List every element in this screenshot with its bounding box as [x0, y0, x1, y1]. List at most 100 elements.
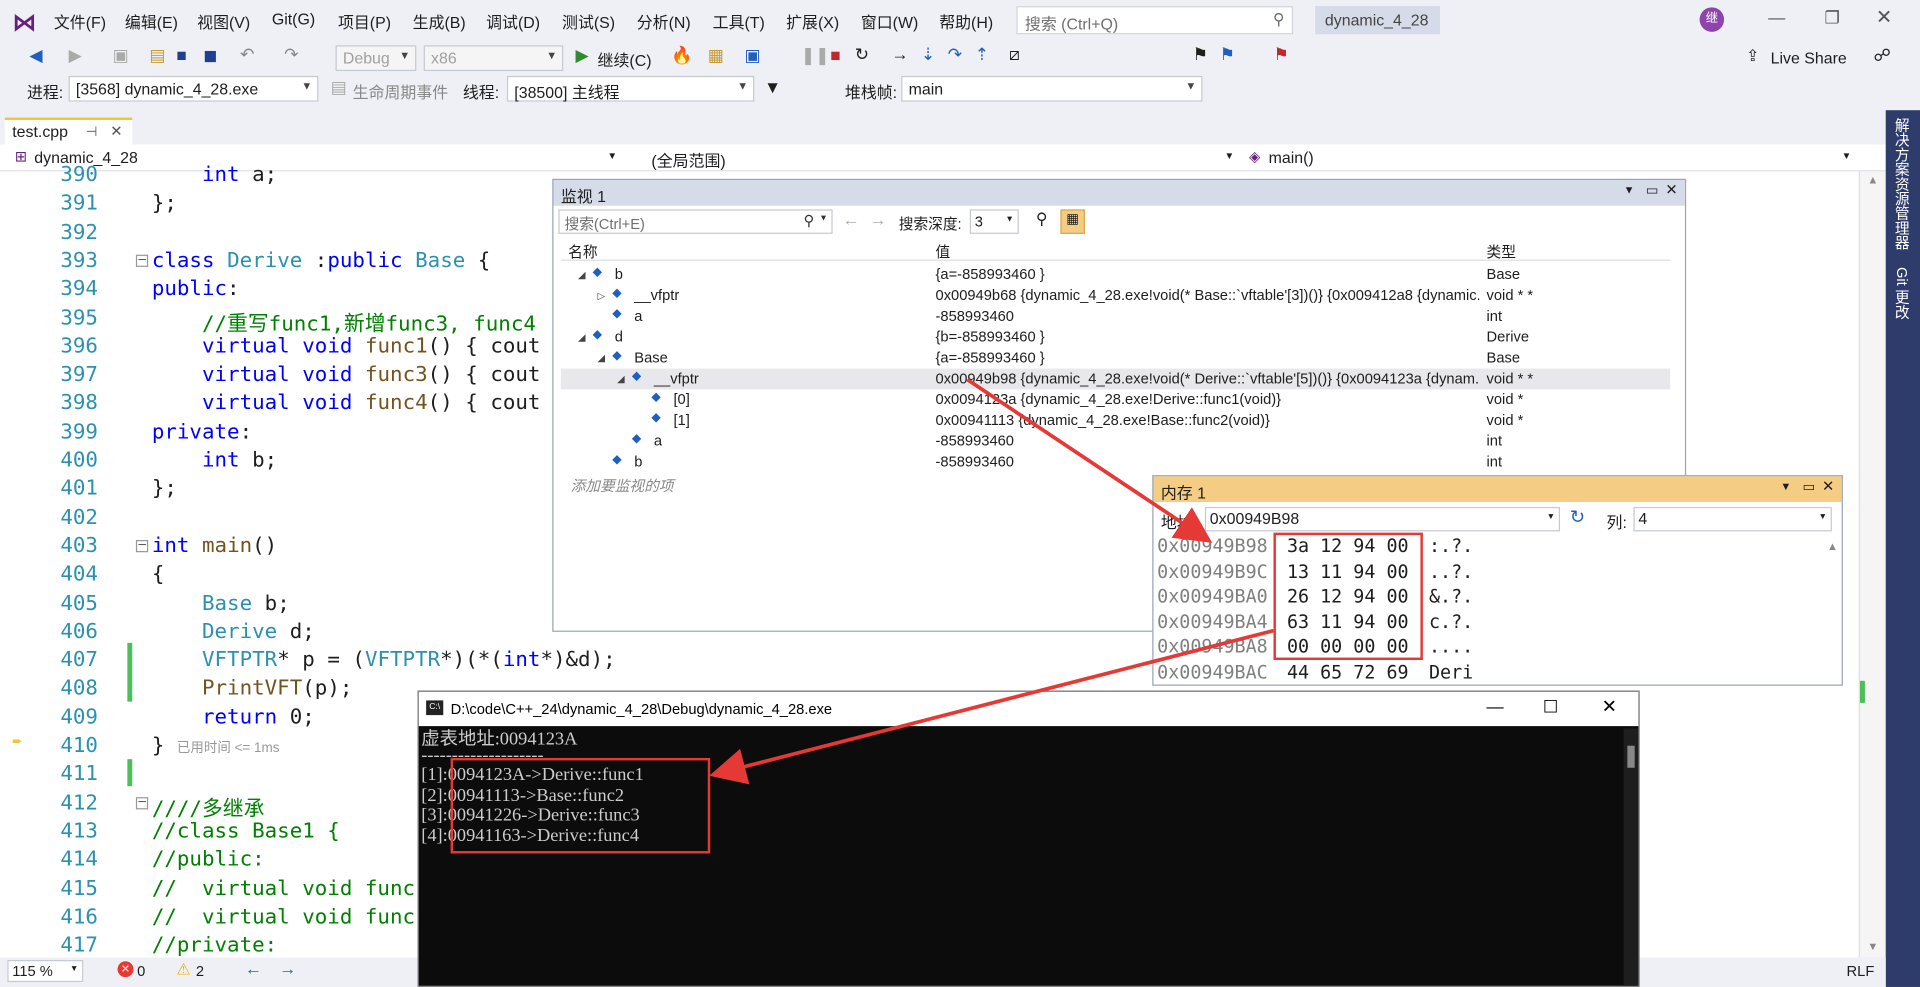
- expand-toggle-icon[interactable]: ▷: [598, 290, 606, 301]
- save-all-icon[interactable]: ◼: [203, 45, 217, 66]
- scroll-thumb[interactable]: [1627, 745, 1635, 768]
- menu-item[interactable]: Git(G): [272, 10, 315, 28]
- menu-item[interactable]: 编辑(E): [125, 10, 178, 33]
- search-input[interactable]: 搜索 (Ctrl+Q) ⚲: [1016, 6, 1294, 35]
- memory-row[interactable]: 0x00949BAC 44 65 72 69 Deri: [1157, 661, 1473, 687]
- watch-value[interactable]: {b=-858993460 }: [936, 328, 1480, 345]
- chevron-down-icon[interactable]: ▼: [607, 151, 617, 162]
- pin-icon[interactable]: ⊣: [86, 124, 98, 140]
- expand-toggle-icon[interactable]: ◢: [598, 353, 606, 364]
- memory-row[interactable]: 0x00949B9C 13 11 94 00..?.: [1157, 560, 1473, 586]
- open-icon[interactable]: ▤: [149, 45, 165, 66]
- zoom-select[interactable]: 115 % ▼: [7, 960, 84, 983]
- watch-value[interactable]: -858993460: [936, 453, 1480, 470]
- menu-item[interactable]: 扩展(X): [786, 10, 839, 33]
- search-back-icon[interactable]: ←: [842, 209, 859, 229]
- back-icon[interactable]: ◀: [29, 45, 42, 66]
- maximize-icon[interactable]: ☐: [1543, 697, 1558, 718]
- minimize-icon[interactable]: —: [1768, 7, 1785, 27]
- watch-value[interactable]: -858993460: [936, 307, 1480, 324]
- dropdown-icon[interactable]: ▼: [1780, 480, 1791, 492]
- memory-row[interactable]: 0x00949BA4 63 11 94 00 c.?.: [1157, 611, 1473, 637]
- watch-value[interactable]: {a=-858993460 }: [936, 266, 1480, 283]
- watch-row[interactable]: ◆ a -858993460 int: [561, 431, 1670, 452]
- editor-scrollbar[interactable]: ▲ ▼: [1858, 171, 1886, 958]
- maximize-icon[interactable]: ▭: [1802, 479, 1815, 495]
- dropdown-icon[interactable]: ▼: [1624, 184, 1635, 196]
- show-next-statement-icon[interactable]: →: [891, 44, 908, 64]
- menu-item[interactable]: 文件(F): [54, 10, 106, 33]
- add-watch-hint[interactable]: 添加要监视的项: [571, 475, 674, 496]
- address-input[interactable]: 0x00949B98 ▼: [1204, 506, 1561, 532]
- search-forward-icon[interactable]: →: [869, 209, 886, 229]
- watch-value[interactable]: 0x00941113 {dynamic_4_28.exe!Base::func2…: [936, 411, 1480, 428]
- menu-item[interactable]: 帮助(H): [939, 10, 993, 33]
- undo-icon[interactable]: ↶: [240, 44, 254, 65]
- watch-value[interactable]: {a=-858993460 }: [936, 349, 1480, 366]
- close-icon[interactable]: ✕: [1876, 5, 1892, 29]
- expand-toggle-icon[interactable]: ◢: [578, 332, 586, 343]
- forward-icon[interactable]: ▶: [69, 45, 82, 66]
- error-icon[interactable]: ✕: [117, 961, 134, 978]
- pin-icon[interactable]: ⚲: [1036, 209, 1048, 229]
- close-icon[interactable]: ✕: [1822, 478, 1834, 495]
- menu-item[interactable]: 分析(N): [637, 10, 691, 33]
- new-project-icon[interactable]: ▣: [113, 45, 129, 66]
- watch-value[interactable]: 0x0094123a {dynamic_4_28.exe!Derive::fun…: [936, 391, 1480, 408]
- filter-icon[interactable]: ▼: [764, 77, 781, 97]
- continue-icon[interactable]: ▶: [576, 45, 589, 66]
- next-bookmark-icon[interactable]: ⚑: [1220, 44, 1235, 65]
- breakpoints-icon[interactable]: ⧄: [1009, 44, 1020, 65]
- scroll-up-icon[interactable]: ▲: [1867, 174, 1878, 186]
- screenshot-icon[interactable]: ▣: [744, 45, 760, 66]
- dock-git-changes[interactable]: Git 更改: [1893, 267, 1913, 319]
- refresh-icon[interactable]: ↻: [1570, 506, 1585, 528]
- menu-item[interactable]: 工具(T): [713, 10, 765, 33]
- minimize-icon[interactable]: —: [1487, 697, 1504, 717]
- restart-icon[interactable]: ↻: [855, 44, 869, 65]
- watch-row[interactable]: ◆ [0] 0x0094123a {dynamic_4_28.exe!Derive:…: [561, 389, 1670, 410]
- watch-row[interactable]: ◆ a -858993460 int: [561, 306, 1670, 327]
- watch-value[interactable]: 0x00949b98 {dynamic_4_28.exe!void(* Deri…: [936, 370, 1480, 387]
- close-icon[interactable]: ✕: [1665, 181, 1677, 198]
- maximize-icon[interactable]: ❐: [1825, 7, 1840, 28]
- scroll-up-icon[interactable]: ▲: [1827, 540, 1838, 552]
- line-ending[interactable]: RLF: [1847, 962, 1875, 979]
- chevron-down-icon[interactable]: ▼: [1225, 151, 1235, 162]
- watch-search-input[interactable]: 搜索(Ctrl+E) ⚲ ▼: [558, 209, 833, 234]
- find-icon[interactable]: ▦: [708, 45, 724, 66]
- warning-icon[interactable]: ⚠: [176, 960, 190, 980]
- fold-toggle-icon[interactable]: −: [135, 539, 149, 553]
- process-select[interactable]: [3568] dynamic_4_28.exe ▼: [68, 75, 319, 102]
- col-name[interactable]: 名称: [568, 241, 597, 262]
- platform-select[interactable]: x86 ▼: [423, 45, 564, 72]
- config-select[interactable]: Debug ▼: [335, 45, 417, 72]
- step-over-icon[interactable]: ↷: [948, 44, 962, 65]
- watch-row[interactable]: ◢ ◆ b {a=-858993460 } Base: [561, 264, 1670, 285]
- hot-reload-icon[interactable]: 🔥: [671, 45, 692, 66]
- stop-icon[interactable]: ■: [830, 45, 840, 65]
- watch-row[interactable]: ◆ b -858993460 int: [561, 452, 1670, 473]
- depth-select[interactable]: 3 ▼: [969, 209, 1019, 234]
- memory-row[interactable]: 0x00949BA0 26 12 94 00 &.?.: [1157, 586, 1473, 612]
- tab-test-cpp[interactable]: test.cpp ⊣ ✕: [4, 117, 133, 145]
- menu-item[interactable]: 窗口(W): [861, 10, 918, 33]
- step-out-icon[interactable]: ⇡: [975, 44, 989, 65]
- watch-row[interactable]: ▷ ◆ __vfptr 0x00949b68 {dynamic_4_28.exe!vo…: [561, 285, 1670, 306]
- menu-item[interactable]: 生成(B): [413, 10, 466, 33]
- menu-item[interactable]: 测试(S): [562, 10, 615, 33]
- watch-value[interactable]: -858993460: [936, 432, 1480, 449]
- col-type[interactable]: 类型: [1487, 241, 1516, 262]
- watch-row[interactable]: ◆ [1] 0x00941113 {dynamic_4_28.exe!Base::f…: [561, 410, 1670, 431]
- watch-value[interactable]: 0x00949b68 {dynamic_4_28.exe!void(* Base…: [936, 287, 1480, 304]
- bookmark-icon[interactable]: ⚑: [1193, 44, 1208, 65]
- watch-row[interactable]: ◢ ◆ d {b=-858993460 } Derive: [561, 327, 1670, 348]
- watch-row[interactable]: ◢ ◆ __vfptr 0x00949b98 {dynamic_4_28.exe!vo…: [560, 368, 1671, 390]
- menu-item[interactable]: 视图(V): [197, 10, 250, 33]
- fold-toggle-icon[interactable]: −: [135, 254, 149, 267]
- maximize-icon[interactable]: ▭: [1646, 182, 1659, 199]
- feedback-icon[interactable]: ☍: [1873, 45, 1890, 66]
- pause-icon[interactable]: ❚❚: [801, 45, 830, 66]
- live-share-icon[interactable]: ⇪: [1746, 47, 1759, 67]
- memory-row[interactable]: 0x00949B98 3a 12 94 00:.?.: [1157, 535, 1473, 561]
